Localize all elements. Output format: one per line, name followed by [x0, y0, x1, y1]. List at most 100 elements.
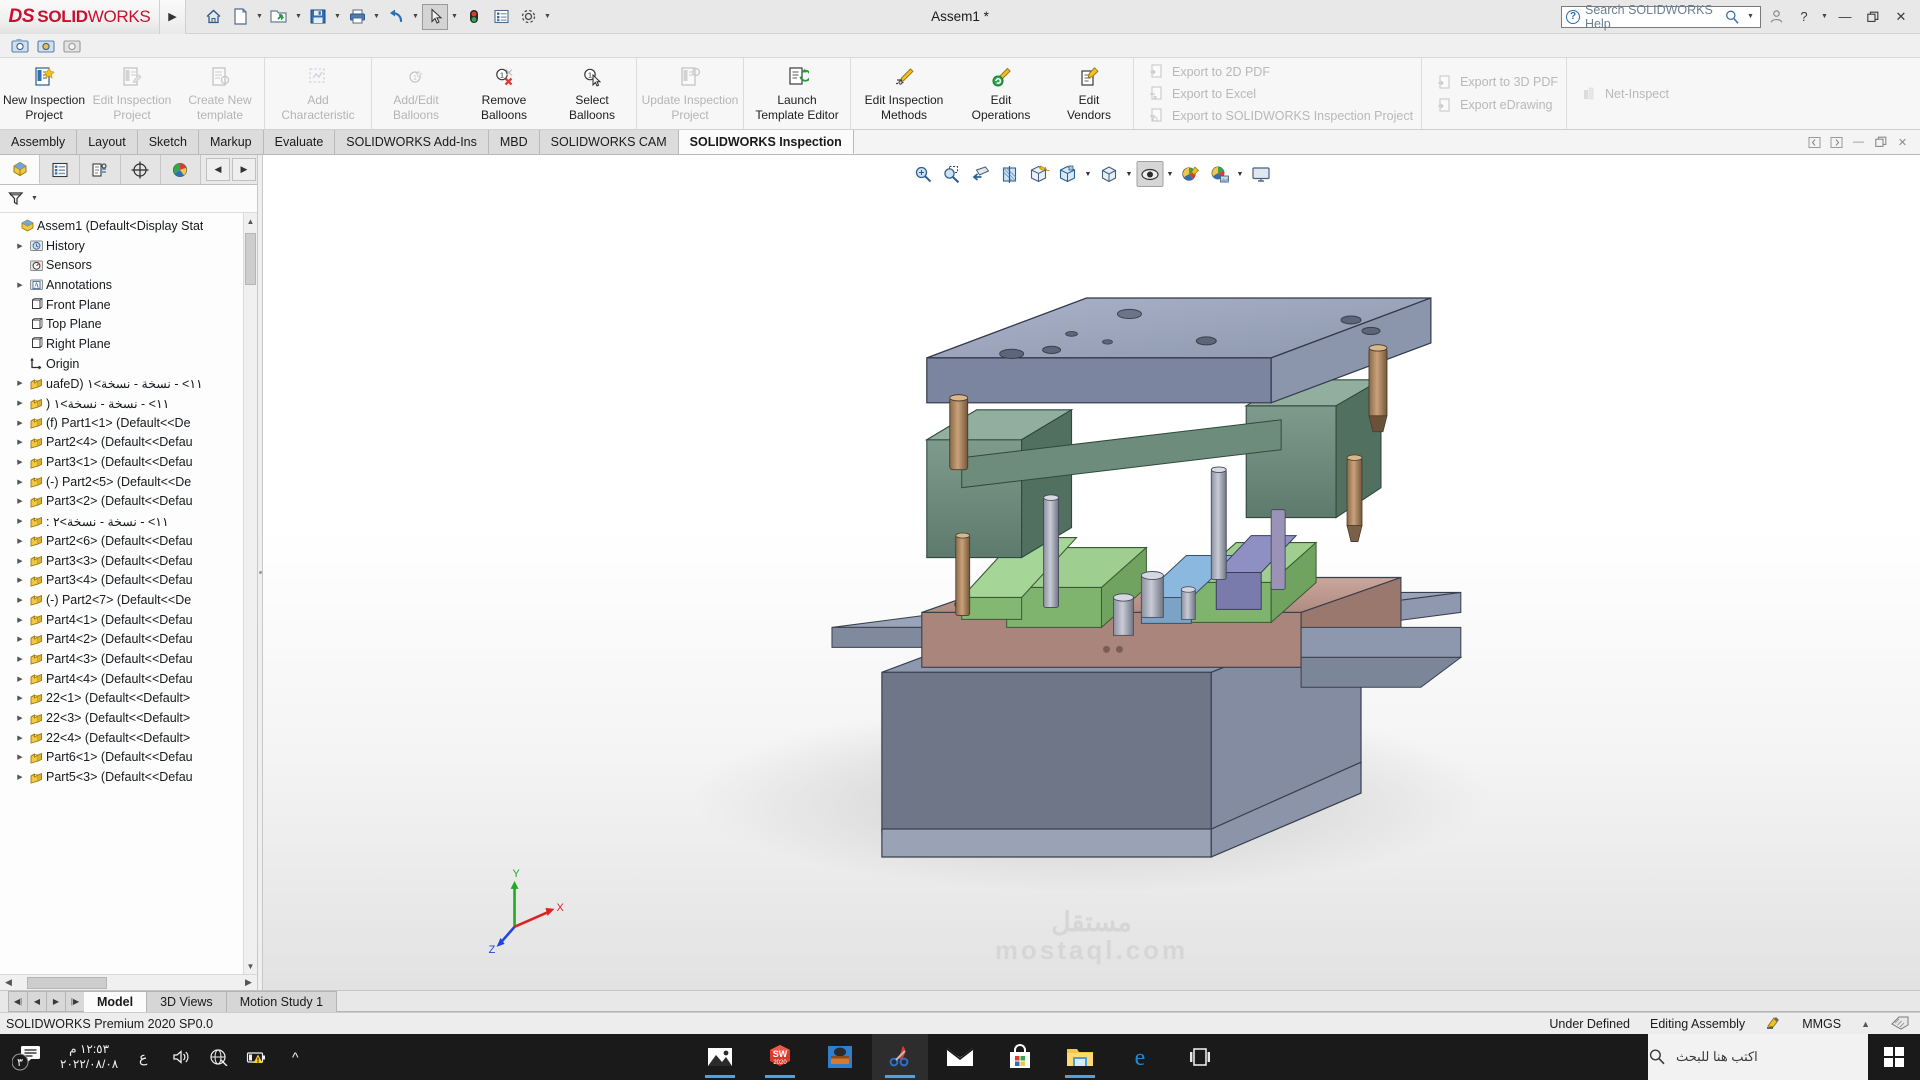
expand-chevron-icon[interactable]: ▶ — [13, 576, 27, 584]
tab-markup[interactable]: Markup — [198, 130, 264, 154]
display-manager-tab[interactable] — [160, 155, 202, 184]
tab-model[interactable]: Model — [84, 991, 148, 1012]
edit-inspection-project-button[interactable]: Edit Inspection Project — [88, 58, 176, 129]
feature-tree-item[interactable]: ▶ ١١> - نسخة - نسخة>٢ : — [0, 511, 257, 531]
tab-scroll-left-icon[interactable]: ◀ — [206, 158, 231, 181]
save-icon[interactable] — [305, 4, 331, 30]
save-dropdown-caret-icon[interactable]: ▼ — [332, 13, 343, 20]
capture-gray-icon[interactable] — [62, 37, 82, 55]
rebuild-icon[interactable] — [461, 4, 487, 30]
media-app-icon[interactable] — [812, 1034, 868, 1080]
feature-tree-item[interactable]: ▶ History — [0, 236, 257, 256]
feature-tree-item[interactable]: ▶ A Annotations — [0, 275, 257, 295]
close-button[interactable]: ✕ — [1888, 4, 1914, 30]
next-tab-icon[interactable]: ▶ — [46, 991, 65, 1012]
export-to-3d-pdf-item[interactable]: Export to 3D PDF — [1436, 72, 1558, 92]
expand-chevron-icon[interactable]: ▶ — [13, 281, 27, 289]
expand-chevron-icon[interactable]: ▶ — [13, 675, 27, 683]
feature-tree-item[interactable]: ▶ Part3<4> (Default<<Defau — [0, 570, 257, 590]
view-settings-eye-icon[interactable] — [1136, 161, 1163, 187]
tab-solidworks-inspection[interactable]: SOLIDWORKS Inspection — [678, 130, 854, 154]
remove-balloons-button[interactable]: 1 Remove Balloons — [460, 58, 548, 129]
help-icon[interactable]: ? — [1791, 4, 1817, 30]
filter-dropdown-caret-icon[interactable]: ▼ — [29, 195, 40, 202]
feature-tree-item[interactable]: ▶ Part3<2> (Default<<Defau — [0, 492, 257, 512]
doc-minimize-button[interactable]: — — [1849, 133, 1868, 152]
new-document-icon[interactable] — [227, 4, 253, 30]
apply-scene-dropdown-caret-icon[interactable]: ▼ — [1235, 171, 1245, 178]
feature-tree-item[interactable]: ▶ Part3<1> (Default<<Defau — [0, 452, 257, 472]
net-inspect-item[interactable]: Net-Inspect — [1581, 84, 1669, 104]
windows-search-box[interactable]: اكتب هنا للبحث — [1648, 1034, 1868, 1080]
expand-chevron-icon[interactable]: ▶ — [13, 753, 27, 761]
print-dropdown-caret-icon[interactable]: ▼ — [371, 13, 382, 20]
tab-3d-views[interactable]: 3D Views — [147, 991, 227, 1012]
select-cursor-icon[interactable] — [422, 3, 448, 30]
select-dropdown-caret-icon[interactable]: ▼ — [449, 13, 460, 20]
settings-gear-icon[interactable] — [515, 4, 541, 30]
tree-scroll-up-icon[interactable]: ▲ — [244, 213, 257, 229]
feature-tree-item[interactable]: Sensors — [0, 255, 257, 275]
doc-restore-button[interactable] — [1871, 133, 1890, 152]
feature-tree-item[interactable]: ▶ Part6<1> (Default<<Defau — [0, 748, 257, 768]
tab-solidworks-cam[interactable]: SOLIDWORKS CAM — [539, 130, 679, 154]
add-edit-balloons-button[interactable]: 1 Add/Edit Balloons — [372, 58, 460, 129]
home-icon[interactable] — [200, 4, 226, 30]
expand-chevron-icon[interactable]: ▶ — [13, 379, 27, 387]
feature-tree-item[interactable]: ▶ Part4<2> (Default<<Defau — [0, 629, 257, 649]
view-orientation-icon[interactable] — [1025, 161, 1052, 187]
language-indicator[interactable]: ع — [130, 1044, 156, 1070]
feature-tree-item[interactable]: ▶ (f) Part1<1> (Default<<De — [0, 413, 257, 433]
feature-tree-item[interactable]: Assem1 (Default<Display Stat — [0, 216, 257, 236]
export-to-swi-project-item[interactable]: Export to SOLIDWORKS Inspection Project — [1148, 106, 1413, 125]
launch-template-editor-button[interactable]: Launch Template Editor — [744, 58, 850, 129]
doc-next-button[interactable] — [1827, 133, 1846, 152]
doc-prev-button[interactable] — [1805, 133, 1824, 152]
print-icon[interactable] — [344, 4, 370, 30]
action-center-button[interactable]: ٣ — [8, 1040, 48, 1074]
tab-assembly[interactable]: Assembly — [0, 130, 78, 154]
expand-chevron-icon[interactable]: ▶ — [13, 616, 27, 624]
minimize-button[interactable]: — — [1832, 4, 1858, 30]
feature-tree-item[interactable]: Right Plane — [0, 334, 257, 354]
windows-start-icon[interactable] — [1868, 1034, 1920, 1080]
feature-tree-item[interactable]: ▶ Part3<3> (Default<<Defau — [0, 551, 257, 571]
battery-warning-icon[interactable] — [244, 1044, 270, 1070]
doc-close-button[interactable]: ✕ — [1893, 133, 1912, 152]
feature-tree-horizontal-scrollbar[interactable]: ◀ ▶ — [0, 974, 257, 990]
tab-scroll-right-icon[interactable]: ▶ — [232, 158, 257, 181]
hide-show-dropdown-caret-icon[interactable]: ▼ — [1124, 171, 1134, 178]
undo-dropdown-caret-icon[interactable]: ▼ — [410, 13, 421, 20]
tab-evaluate[interactable]: Evaluate — [263, 130, 336, 154]
expand-chevron-icon[interactable]: ▶ — [13, 399, 27, 407]
apply-scene-icon[interactable] — [1206, 161, 1233, 187]
search-dropdown-caret-icon[interactable]: ▼ — [1745, 13, 1756, 20]
feature-tree-tab[interactable] — [0, 155, 41, 184]
expand-chevron-icon[interactable]: ▶ — [13, 557, 27, 565]
feature-tree-item[interactable]: ▶ (-) Part2<7> (Default<<De — [0, 590, 257, 610]
zoom-to-area-icon[interactable] — [938, 161, 965, 187]
mold-assembly-model[interactable]: Y X Z — [263, 155, 1920, 990]
expand-chevron-icon[interactable]: ▶ — [13, 419, 27, 427]
feature-tree-item[interactable]: ▶ ١١> - نسخة - نسخة>١ ( — [0, 393, 257, 413]
feature-tree-item[interactable]: Front Plane — [0, 295, 257, 315]
update-inspection-project-button[interactable]: Update Inspection Project — [637, 58, 743, 129]
tree-scroll-thumb[interactable] — [245, 233, 256, 285]
expand-chevron-icon[interactable]: ▶ — [13, 773, 27, 781]
property-manager-tab[interactable] — [40, 155, 81, 184]
edit-inspection-methods-button[interactable]: Edit Inspection Methods — [851, 58, 957, 129]
expand-chevron-icon[interactable]: ▶ — [13, 517, 27, 525]
view-settings-dropdown-caret-icon[interactable]: ▼ — [1165, 171, 1175, 178]
hide-show-items-icon[interactable] — [1095, 161, 1122, 187]
edit-vendors-button[interactable]: Edit Vendors — [1045, 58, 1133, 129]
tab-solidworks-add-ins[interactable]: SOLIDWORKS Add-Ins — [335, 130, 489, 154]
expand-chevron-icon[interactable]: ▶ — [13, 596, 27, 604]
feature-tree-item[interactable]: ▶ 22<4> (Default<<Default> — [0, 728, 257, 748]
feature-tree-item[interactable]: ▶ 22<1> (Default<<Default> — [0, 689, 257, 709]
network-offline-icon[interactable] — [206, 1044, 232, 1070]
expand-chevron-icon[interactable]: ▶ — [13, 497, 27, 505]
microsoft-edge-icon[interactable]: e — [1112, 1034, 1168, 1080]
settings-dropdown-caret-icon[interactable]: ▼ — [542, 13, 553, 20]
feature-tree-item[interactable]: ▶ Part4<1> (Default<<Defau — [0, 610, 257, 630]
snip-and-sketch-icon[interactable] — [872, 1034, 928, 1080]
